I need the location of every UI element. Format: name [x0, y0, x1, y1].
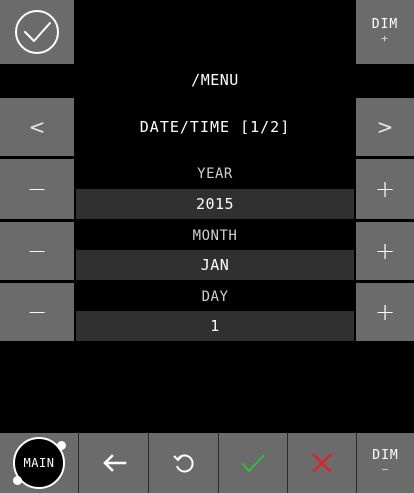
day-value[interactable]: 1	[76, 311, 354, 341]
day-increment-button[interactable]: +	[356, 283, 414, 341]
day-label: DAY	[201, 288, 229, 305]
month-decrement-button[interactable]: −	[0, 222, 74, 280]
minus-icon: −	[26, 237, 48, 265]
dim-down-button[interactable]: DIM −	[356, 433, 414, 493]
year-label: YEAR	[197, 165, 233, 182]
day-decrement-button[interactable]: −	[0, 283, 74, 341]
minus-icon: −	[26, 175, 48, 203]
chevron-right-icon: >	[376, 115, 394, 139]
chevron-left-icon: <	[28, 115, 46, 139]
back-arrow-icon	[102, 454, 126, 472]
dim-down-label: DIM	[372, 448, 399, 463]
confirm-circle-button[interactable]	[0, 0, 74, 64]
plus-icon: +	[374, 237, 396, 265]
year-increment-button[interactable]: +	[356, 159, 414, 219]
month-value[interactable]: JAN	[76, 250, 354, 280]
dim-down-sign: −	[381, 463, 390, 476]
page-title: DATE/TIME [1/2]	[139, 118, 291, 136]
dim-up-sign: +	[381, 32, 389, 45]
year-value[interactable]: 2015	[76, 189, 354, 219]
checkmark-icon	[241, 454, 265, 473]
dim-up-button[interactable]: DIM +	[356, 0, 414, 64]
main-label: MAIN	[23, 456, 55, 470]
undo-icon	[172, 454, 194, 473]
minus-icon: −	[26, 298, 48, 326]
check-circle-icon	[15, 10, 59, 54]
main-dot-bottom-icon	[13, 476, 22, 485]
next-page-button[interactable]: >	[356, 98, 414, 156]
month-increment-button[interactable]: +	[356, 222, 414, 280]
menu-path: /MENU	[191, 71, 239, 89]
undo-button[interactable]	[148, 433, 218, 493]
plus-icon: +	[374, 175, 396, 203]
main-dot-top-icon	[57, 441, 66, 450]
main-button-ring: MAIN	[13, 437, 66, 489]
cancel-button[interactable]	[287, 433, 356, 493]
year-decrement-button[interactable]: −	[0, 159, 74, 219]
prev-page-button[interactable]: <	[0, 98, 74, 156]
confirm-button[interactable]	[218, 433, 287, 493]
dim-up-label: DIM	[371, 17, 399, 32]
x-icon	[312, 453, 332, 473]
month-label: MONTH	[192, 227, 238, 244]
back-button[interactable]	[78, 433, 148, 493]
main-button[interactable]: MAIN	[0, 433, 78, 493]
plus-icon: +	[374, 298, 396, 326]
